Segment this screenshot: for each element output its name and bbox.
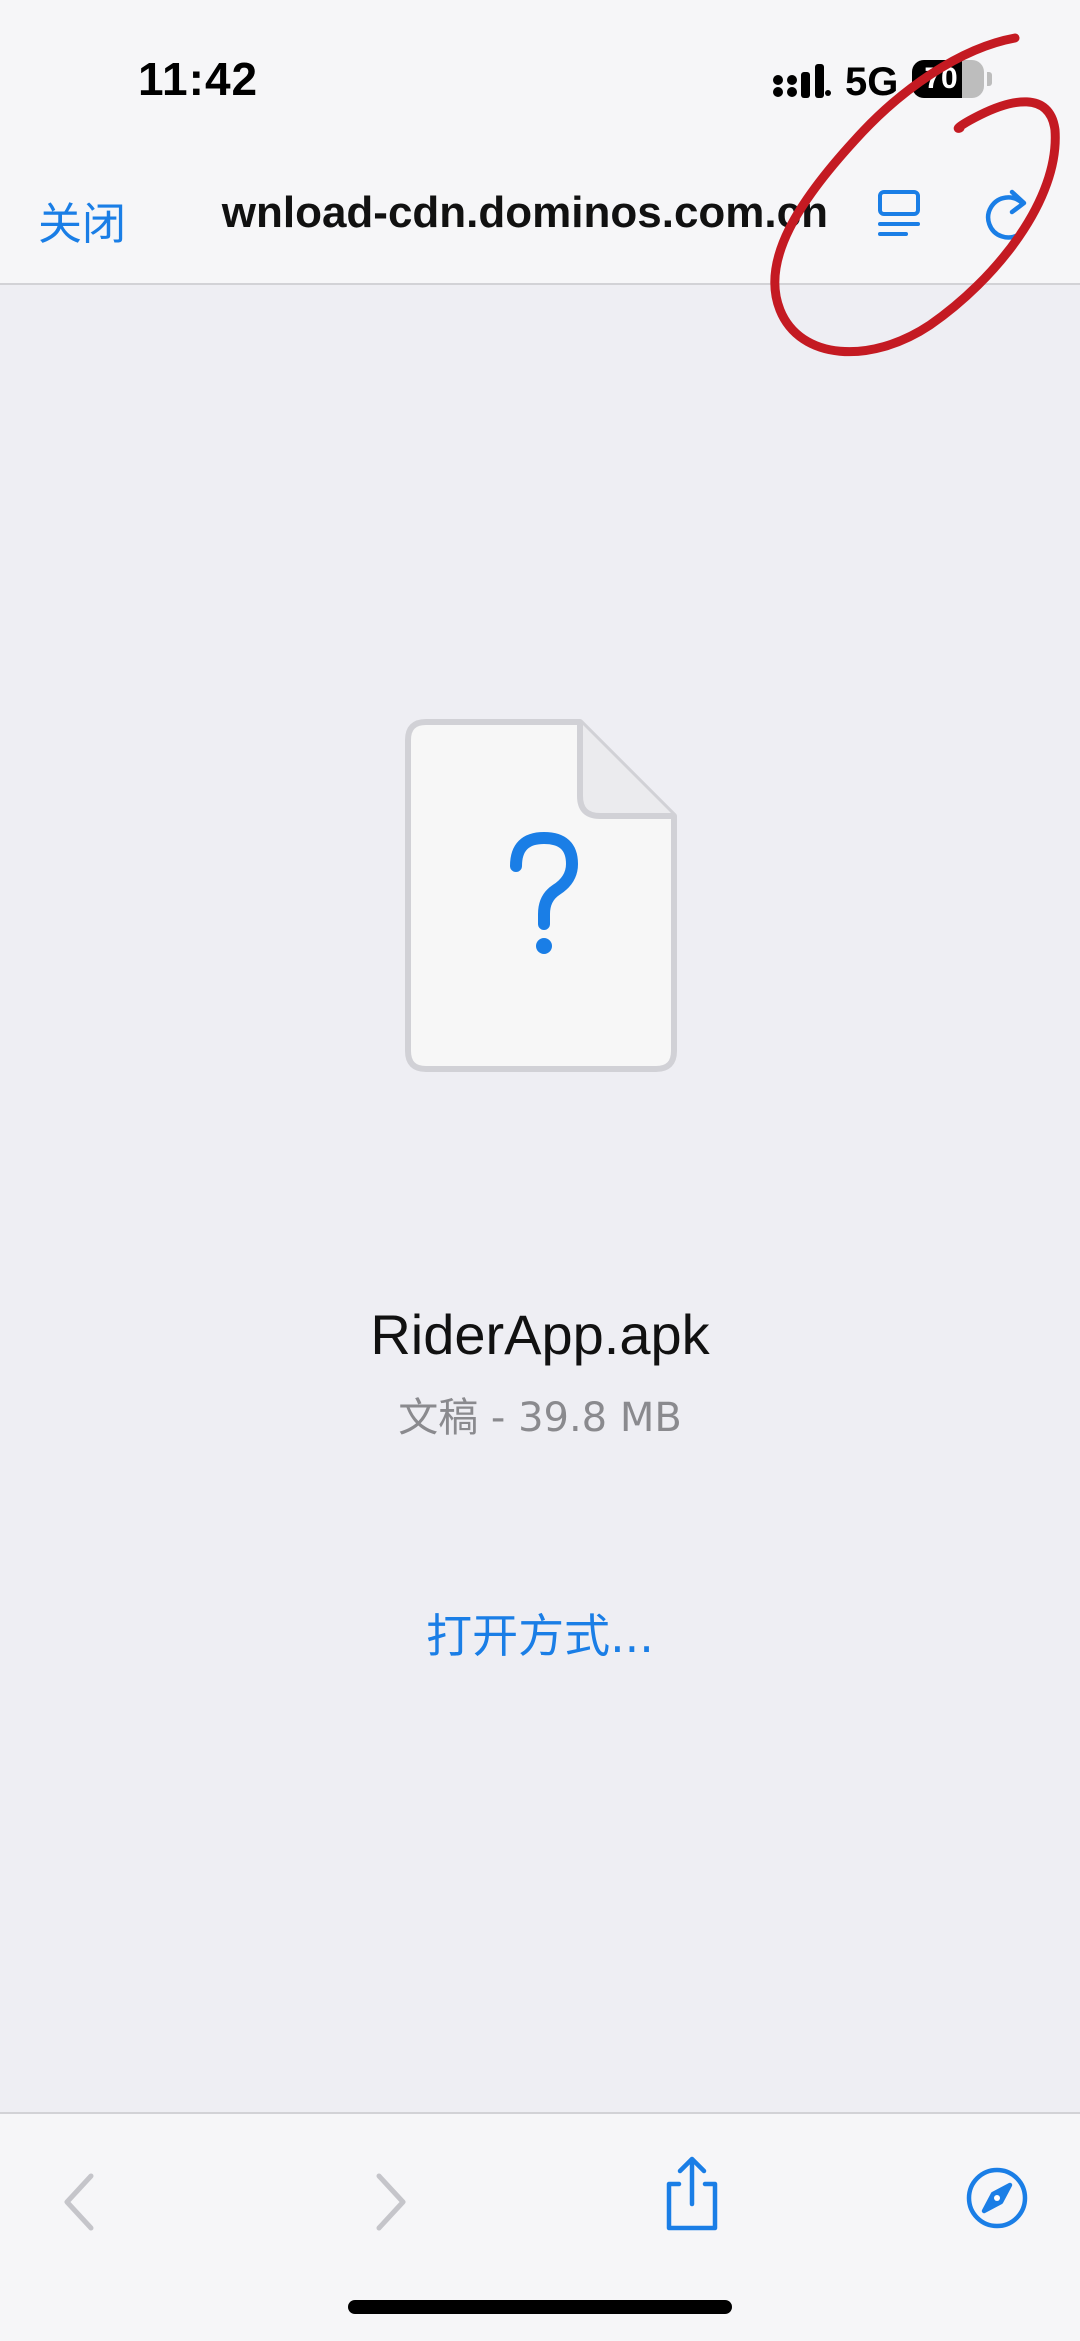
compass-icon[interactable] <box>962 2158 1032 2238</box>
close-button[interactable]: 关闭 <box>38 188 126 252</box>
share-icon[interactable] <box>657 2154 727 2234</box>
home-indicator[interactable] <box>348 2300 732 2314</box>
file-name: RiderApp.apk <box>370 1303 710 1366</box>
reader-mode-icon[interactable] <box>876 188 924 244</box>
battery-level: 70 <box>924 62 958 95</box>
screen: 11:42 5G 70 关闭 wnload-cdn.dominos.com.cn <box>0 0 1080 2341</box>
open-with-button[interactable]: 打开方式... <box>390 1600 690 1666</box>
url-text: wnload-cdn.dominos.com.cn <box>221 188 828 237</box>
battery-icon: 70 <box>912 60 984 98</box>
forward-icon[interactable] <box>355 2162 425 2242</box>
status-time: 11:42 <box>138 53 259 105</box>
reload-icon[interactable] <box>982 186 1038 246</box>
signal-icon <box>773 64 831 98</box>
back-icon[interactable] <box>45 2162 115 2242</box>
url-display[interactable]: wnload-cdn.dominos.com.cn <box>178 188 828 238</box>
browser-nav-bar: 关闭 wnload-cdn.dominos.com.cn <box>0 150 1080 285</box>
status-bar: 11:42 5G 70 <box>0 0 1080 150</box>
unknown-file-icon <box>405 719 677 1072</box>
battery-tip <box>987 72 992 86</box>
file-meta: 文稿 - 39.8 MB <box>398 1395 682 1441</box>
network-label: 5G <box>845 60 899 104</box>
